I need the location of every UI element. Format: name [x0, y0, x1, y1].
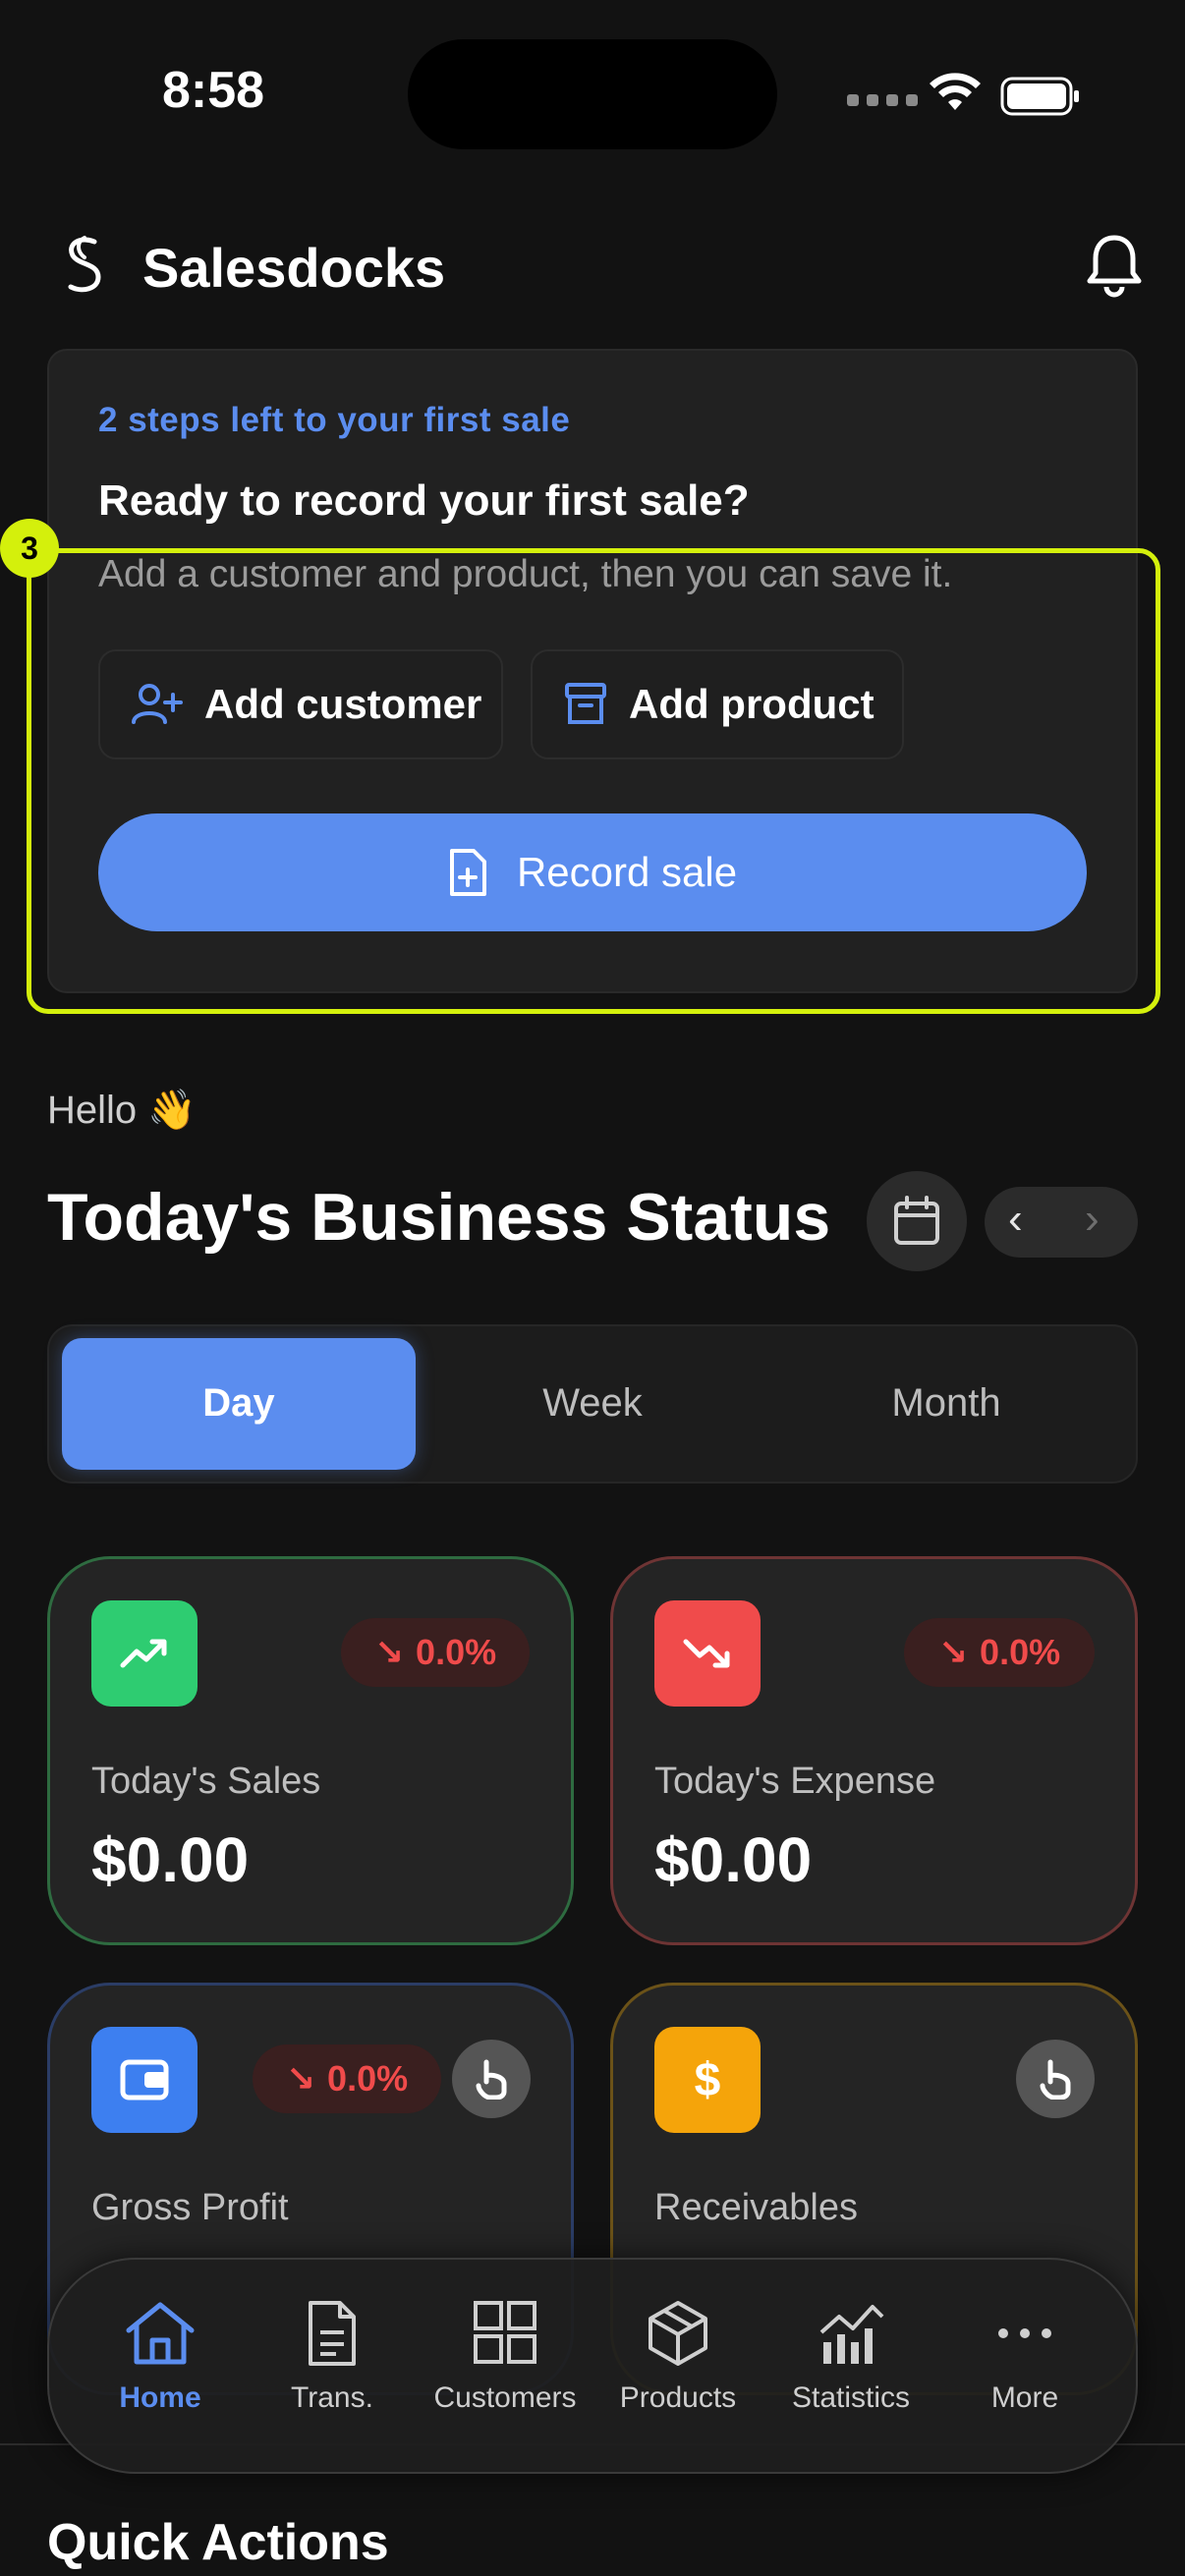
cube-icon [649, 2301, 707, 2366]
wallet-icon [91, 2027, 198, 2133]
sales-trend-badge: ↘ 0.0% [341, 1618, 530, 1687]
more-dots-icon [998, 2328, 1051, 2338]
hand-pointer-icon [1040, 2059, 1071, 2100]
grid-icon [474, 2301, 536, 2364]
expense-trend-badge: ↘ 0.0% [904, 1618, 1095, 1687]
highlight-box [27, 548, 1160, 1014]
expense-value: $0.00 [654, 1824, 813, 1895]
nav-trans-label: Trans. [291, 2381, 373, 2414]
status-time: 8:58 [162, 62, 265, 119]
nav-customers[interactable]: Customers [419, 2299, 592, 2415]
tab-month[interactable]: Month [769, 1381, 1123, 1426]
tab-week[interactable]: Week [416, 1381, 769, 1426]
sales-trend-value: 0.0% [416, 1632, 497, 1672]
home-icon [126, 2302, 195, 2365]
sales-label: Today's Sales [91, 1761, 321, 1802]
chevron-right-icon[interactable]: › [1085, 1195, 1100, 1244]
trending-down-icon [654, 1600, 761, 1707]
expense-trend-value: 0.0% [980, 1632, 1061, 1672]
greeting-text: Hello 👋 [47, 1089, 198, 1132]
cellular-signal-icon [847, 94, 918, 106]
arrow-down-right-icon: ↘ [285, 2058, 316, 2099]
nav-more[interactable]: More [938, 2299, 1111, 2415]
nav-products[interactable]: Products [592, 2299, 764, 2415]
nav-products-label: Products [619, 2381, 737, 2414]
chevron-left-icon[interactable]: ‹ [1008, 1195, 1023, 1244]
nav-transactions[interactable]: Trans. [246, 2299, 419, 2415]
nav-home-label: Home [119, 2381, 201, 2414]
expense-label: Today's Expense [654, 1761, 936, 1802]
tap-reveal-button[interactable] [1016, 2040, 1095, 2118]
notification-bell-icon[interactable] [1083, 232, 1146, 299]
hand-pointer-icon [476, 2059, 507, 2100]
tap-reveal-button[interactable] [452, 2040, 531, 2118]
steps-left-text: 2 steps left to your first sale [98, 401, 571, 439]
wifi-icon [930, 73, 981, 110]
onboarding-title: Ready to record your first sale? [98, 476, 750, 525]
profit-label: Gross Profit [91, 2187, 289, 2228]
calendar-button[interactable] [867, 1171, 967, 1271]
battery-icon [1000, 77, 1079, 116]
dynamic-island [408, 39, 777, 149]
profit-trend-badge: ↘ 0.0% [253, 2044, 441, 2113]
nav-customers-label: Customers [433, 2381, 577, 2414]
nav-more-label: More [990, 2381, 1059, 2414]
chart-icon [819, 2305, 884, 2364]
salesdocks-logo-icon [68, 236, 101, 293]
receivables-label: Receivables [654, 2187, 858, 2228]
trending-up-icon [91, 1600, 198, 1707]
tab-day[interactable]: Day [62, 1381, 416, 1426]
nav-statistics-label: Statistics [791, 2381, 911, 2414]
quick-actions-title: Quick Actions [47, 2514, 389, 2571]
calendar-icon [894, 1196, 939, 1245]
arrow-down-right-icon: ↘ [937, 1632, 969, 1672]
section-title: Today's Business Status [47, 1180, 831, 1255]
nav-home[interactable]: Home [74, 2299, 247, 2415]
document-icon [309, 2301, 356, 2366]
arrow-down-right-icon: ↘ [373, 1632, 405, 1672]
highlight-badge: 3 [0, 519, 59, 578]
profit-trend-value: 0.0% [327, 2058, 409, 2099]
app-title: Salesdocks [142, 237, 446, 299]
nav-statistics[interactable]: Statistics [764, 2299, 937, 2415]
sales-value: $0.00 [91, 1824, 250, 1895]
dollar-icon: $ [654, 2027, 761, 2133]
